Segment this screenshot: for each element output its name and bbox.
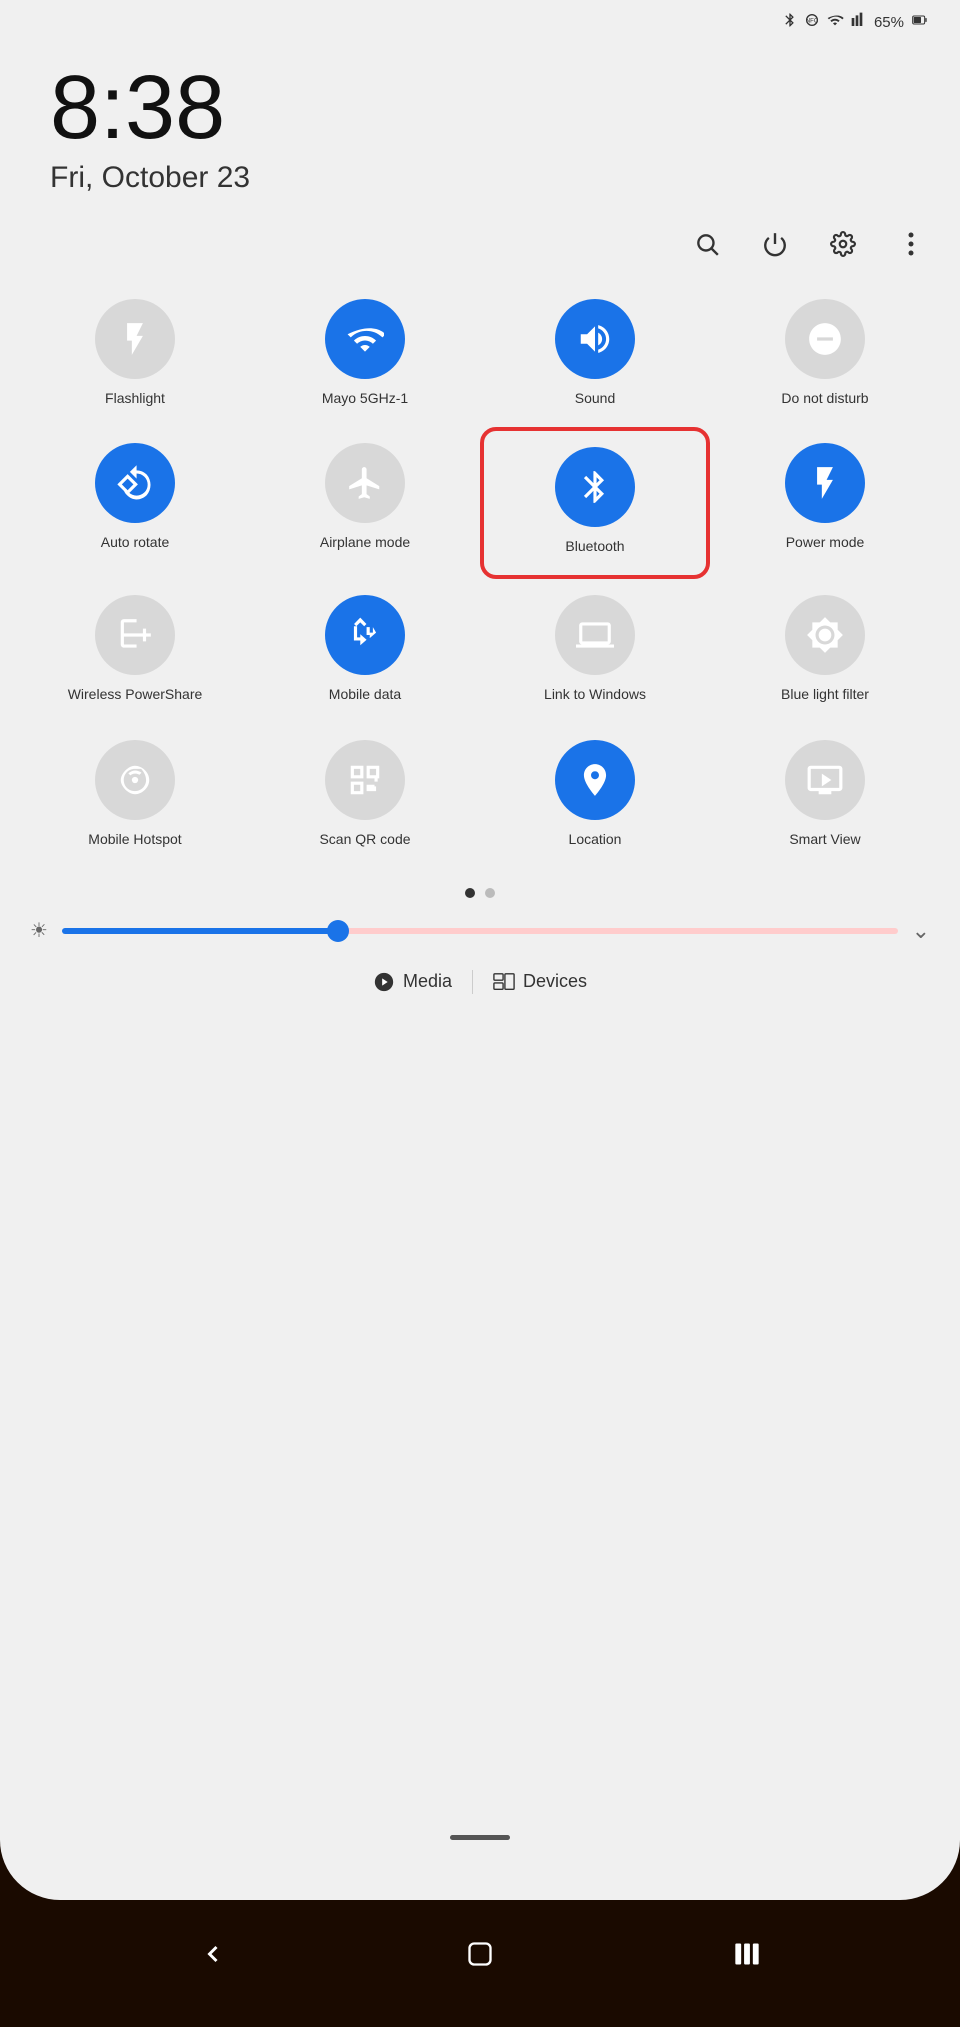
mobilehotspot-icon-circle <box>95 740 175 820</box>
location-icon-circle <box>555 740 635 820</box>
tile-mobilehotspot[interactable]: Mobile Hotspot <box>20 724 250 868</box>
tile-scanqr[interactable]: Scan QR code <box>250 724 480 868</box>
tile-wifi[interactable]: Mayo 5GHz-1 <box>250 283 480 427</box>
mobiledata-label: Mobile data <box>329 685 401 703</box>
time-display: 8:38 <box>50 63 910 153</box>
nfc-status-icon: NFC <box>804 12 820 33</box>
power-button[interactable] <box>756 225 794 263</box>
donotdisturb-label: Do not disturb <box>781 389 868 407</box>
status-bar: NFC 65% <box>0 0 960 33</box>
tile-sound[interactable]: Sound <box>480 283 710 427</box>
toolbar <box>0 205 960 273</box>
tile-bluetooth[interactable]: Bluetooth <box>480 427 710 579</box>
smartview-icon-circle <box>785 740 865 820</box>
tile-linktowindows[interactable]: Link to Windows <box>480 579 710 723</box>
bluetooth-status-icon <box>782 12 798 33</box>
tile-bluelightfilter[interactable]: Blue light filter <box>710 579 940 723</box>
powermode-icon-circle <box>785 443 865 523</box>
quick-tiles: Flashlight Mayo 5GHz-1 Sound Do not dist… <box>0 273 960 878</box>
page-dot-2[interactable] <box>485 888 495 898</box>
battery-icon <box>910 12 930 33</box>
tile-location[interactable]: Location <box>480 724 710 868</box>
scanqr-label: Scan QR code <box>319 830 410 848</box>
flashlight-label: Flashlight <box>105 389 165 407</box>
wifi-label: Mayo 5GHz-1 <box>322 389 408 407</box>
brightness-expand-button[interactable]: ⌄ <box>912 918 930 944</box>
status-icons: NFC 65% <box>782 12 930 33</box>
home-button[interactable] <box>466 1940 494 1968</box>
nav-bar <box>0 1900 960 2027</box>
date-display: Fri, October 23 <box>50 161 910 195</box>
back-button[interactable] <box>199 1940 227 1968</box>
bottom-bar: Media Devices <box>0 954 960 1010</box>
devices-button[interactable]: Devices <box>473 971 607 993</box>
clock-section: 8:38 Fri, October 23 <box>0 33 960 205</box>
more-button[interactable] <box>892 225 930 263</box>
page-dots <box>0 888 960 898</box>
airplanemode-label: Airplane mode <box>320 533 410 551</box>
donotdisturb-icon-circle <box>785 299 865 379</box>
mobiledata-icon-circle <box>325 595 405 675</box>
linktowindows-label: Link to Windows <box>544 685 646 703</box>
home-indicator <box>450 1835 510 1840</box>
brightness-slider[interactable] <box>62 928 898 934</box>
bluetooth-icon-circle <box>555 447 635 527</box>
tile-airplanemode[interactable]: Airplane mode <box>250 427 480 579</box>
autorotate-label: Auto rotate <box>101 533 170 551</box>
scanqr-icon-circle <box>325 740 405 820</box>
brightness-row: ☀ ⌄ <box>0 908 960 954</box>
tile-powermode[interactable]: Power mode <box>710 427 940 579</box>
location-label: Location <box>569 830 622 848</box>
page-dot-1[interactable] <box>465 888 475 898</box>
bluelightfilter-label: Blue light filter <box>781 685 869 703</box>
search-button[interactable] <box>688 225 726 263</box>
recents-button[interactable] <box>733 1940 761 1968</box>
tile-donotdisturb[interactable]: Do not disturb <box>710 283 940 427</box>
brightness-icon: ☀ <box>30 918 48 943</box>
wifi-status-icon <box>826 12 844 33</box>
battery-text: 65% <box>874 14 904 31</box>
bluelightfilter-icon-circle <box>785 595 865 675</box>
media-button[interactable]: Media <box>353 971 472 993</box>
settings-button[interactable] <box>824 225 862 263</box>
media-label: Media <box>403 971 452 992</box>
sound-label: Sound <box>575 389 615 407</box>
tile-mobiledata[interactable]: Mobile data <box>250 579 480 723</box>
svg-text:NFC: NFC <box>806 19 819 25</box>
mobilehotspot-label: Mobile Hotspot <box>88 830 181 848</box>
powermode-label: Power mode <box>786 533 865 551</box>
linktowindows-icon-circle <box>555 595 635 675</box>
wirelesspowershare-icon-circle <box>95 595 175 675</box>
phone-screen: NFC 65% 8:38 Fri, October 23 <box>0 0 960 1900</box>
tile-smartview[interactable]: Smart View <box>710 724 940 868</box>
autorotate-icon-circle <box>95 443 175 523</box>
brightness-thumb[interactable] <box>327 920 349 942</box>
signal-status-icon <box>850 12 868 33</box>
tile-flashlight[interactable]: Flashlight <box>20 283 250 427</box>
bluetooth-label: Bluetooth <box>565 537 624 555</box>
tile-wirelesspowershare[interactable]: Wireless PowerShare <box>20 579 250 723</box>
wifi-icon-circle <box>325 299 405 379</box>
smartview-label: Smart View <box>789 830 860 848</box>
flashlight-icon-circle <box>95 299 175 379</box>
sound-icon-circle <box>555 299 635 379</box>
tile-autorotate[interactable]: Auto rotate <box>20 427 250 579</box>
airplanemode-icon-circle <box>325 443 405 523</box>
wirelesspowershare-label: Wireless PowerShare <box>68 685 203 703</box>
devices-label: Devices <box>523 971 587 992</box>
